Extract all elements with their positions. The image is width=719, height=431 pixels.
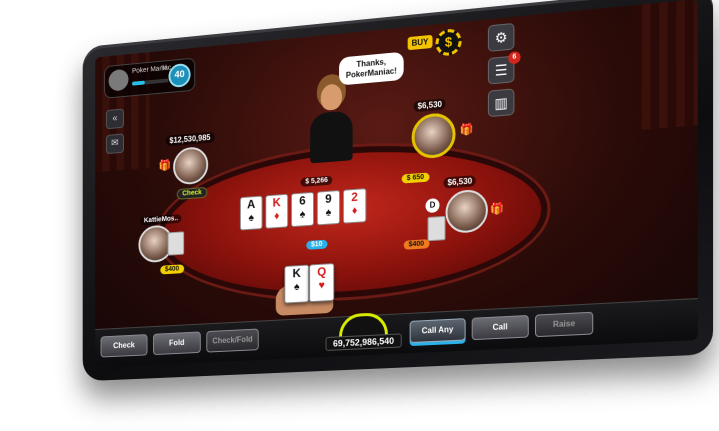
stage: Poker Maniac lvl 40 « ✉ BUY $ ⚙ ☰ 6 ▥ Th… xyxy=(0,0,719,431)
action-bar: Check Fold Check/Fold 69,752,986,540 Cal… xyxy=(95,298,698,368)
tablet-frame: Poker Maniac lvl 40 « ✉ BUY $ ⚙ ☰ 6 ▥ Th… xyxy=(82,0,714,382)
chip-total: 69,752,986,540 xyxy=(325,333,402,351)
check-button[interactable]: Check xyxy=(100,334,148,358)
board-card: 2 ♦ xyxy=(342,188,367,224)
seat-left-top-avatar[interactable] xyxy=(173,145,209,186)
stats-chart-icon[interactable]: ▥ xyxy=(487,88,515,118)
center-bet-blue: $10 xyxy=(306,239,328,250)
gift-icon[interactable]: 🎁 xyxy=(460,122,474,136)
hole-cards: K ♠ Q ♥ xyxy=(284,263,335,304)
curtain-right xyxy=(633,0,698,131)
fold-button[interactable]: Fold xyxy=(152,331,201,356)
game-screen: Poker Maniac lvl 40 « ✉ BUY $ ⚙ ☰ 6 ▥ Th… xyxy=(95,0,698,368)
check-fold-button[interactable]: Check/Fold xyxy=(206,328,259,353)
board-card: K ♦ xyxy=(265,193,289,229)
dealer xyxy=(310,82,353,165)
raise-button[interactable]: Raise xyxy=(534,311,594,338)
seat-right-mid-cards xyxy=(427,215,446,242)
seat-left-top-action: Check xyxy=(176,186,208,200)
turn-timer xyxy=(339,311,388,337)
buy-chips-icon[interactable]: $ xyxy=(435,27,462,57)
level-badge: 40 xyxy=(168,62,191,89)
center-bet-orange: $400 xyxy=(403,239,430,250)
board-card: 9 ♠ xyxy=(316,190,341,226)
chat-icon[interactable]: ✉ xyxy=(105,133,124,155)
board-card: A ♠ xyxy=(239,195,263,231)
seat-left-top-stack: $12,530,985 xyxy=(165,131,215,147)
gift-icon[interactable]: 🎁 xyxy=(158,159,171,173)
level-label: lvl xyxy=(161,65,167,72)
player-avatar xyxy=(108,68,129,92)
collapse-icon[interactable]: « xyxy=(105,108,124,130)
dealer-speech-bubble: Thanks, PokerManiac! xyxy=(339,51,404,86)
xp-bar xyxy=(132,78,169,86)
notification-badge: 6 xyxy=(508,50,521,65)
seat-right-top-stack: $6,530 xyxy=(413,98,446,113)
gift-icon[interactable]: 🎁 xyxy=(490,202,504,216)
call-button[interactable]: Call xyxy=(471,314,529,341)
buy-chips-label[interactable]: BUY xyxy=(407,34,433,51)
seat-left-mid-bet: $400 xyxy=(160,264,184,275)
call-any-button[interactable]: Call Any xyxy=(409,318,466,344)
xp-bar-fill xyxy=(132,80,145,86)
hole-card: K ♠ xyxy=(284,264,310,304)
board-card: 6 ♠ xyxy=(291,191,314,228)
settings-gear-icon[interactable]: ⚙ xyxy=(487,22,515,52)
seat-left-mid-cards xyxy=(167,231,185,256)
hole-card: Q ♥ xyxy=(309,263,335,303)
